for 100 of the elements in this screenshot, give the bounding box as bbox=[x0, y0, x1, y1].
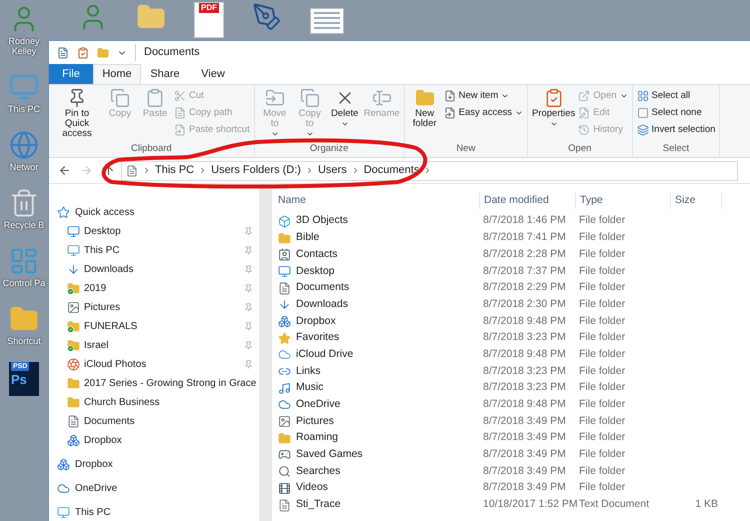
desktop-icon-label: Recycle B bbox=[4, 220, 44, 230]
pen-document-icon[interactable] bbox=[252, 2, 282, 32]
ribbon-tab[interactable]: Home bbox=[93, 64, 141, 84]
size-cell-text: 1 KB bbox=[694, 497, 718, 512]
navigation-item[interactable]: Dropbox bbox=[67, 433, 122, 448]
spreadsheet-icon[interactable] bbox=[310, 8, 344, 34]
file-name[interactable]: Sti_Trace bbox=[296, 497, 341, 513]
file-name[interactable]: Desktop bbox=[296, 264, 335, 280]
file-name[interactable]: Downloads bbox=[296, 296, 348, 313]
monitor-icon bbox=[278, 264, 291, 278]
navigation-item[interactable]: 2017 Series - Growing Strong in Grace bbox=[67, 376, 256, 391]
file-name[interactable]: 3D Objects bbox=[296, 213, 348, 230]
ribbon-button[interactable]: Easy access bbox=[442, 105, 524, 121]
arrow-right-icon bbox=[80, 164, 92, 177]
contacts-icon bbox=[278, 248, 291, 262]
column-header[interactable]: Size bbox=[670, 193, 722, 209]
type-cell: File folder bbox=[579, 298, 626, 310]
layers-icon bbox=[636, 124, 649, 136]
file-name[interactable]: Contacts bbox=[296, 246, 338, 263]
type-cell: File folder bbox=[579, 314, 626, 327]
address-bar[interactable]: This PC Users Folders (D:) Users Documents bbox=[121, 160, 738, 180]
pdf-file-icon[interactable]: PDF bbox=[194, 2, 224, 38]
network-icon[interactable] bbox=[9, 130, 39, 160]
ribbon-button[interactable]: New folder bbox=[408, 88, 442, 129]
type-cell: File folder bbox=[579, 248, 626, 260]
navigation-item[interactable]: This PC bbox=[67, 243, 120, 258]
navigation-item[interactable]: Quick access bbox=[57, 203, 259, 222]
navigation-item[interactable]: Documents bbox=[67, 414, 135, 429]
file-name[interactable]: Music bbox=[296, 380, 324, 396]
file-name[interactable]: Pictures bbox=[296, 414, 334, 430]
ribbon-button[interactable]: Select all bbox=[636, 88, 716, 104]
date-cell: 8/7/2018 3:49 PM bbox=[483, 414, 566, 427]
ribbon-button[interactable]: Pin to Quick access bbox=[52, 88, 102, 139]
folder-icon bbox=[67, 377, 80, 390]
navigation-item[interactable]: FUNERALS bbox=[67, 319, 138, 334]
navigation-item[interactable]: This PC bbox=[57, 503, 259, 521]
control-panel-icon[interactable] bbox=[9, 246, 39, 276]
navigation-item[interactable]: 2019 bbox=[67, 281, 106, 296]
ribbon-button[interactable]: Properties bbox=[530, 88, 576, 128]
navigation-item[interactable]: Church Business bbox=[67, 395, 160, 410]
recycle-bin-icon[interactable] bbox=[9, 188, 39, 218]
file-name[interactable]: Documents bbox=[296, 280, 350, 296]
checklist-icon[interactable] bbox=[77, 46, 89, 58]
file-name[interactable]: iCloud Drive bbox=[296, 346, 354, 363]
ribbon-tab[interactable]: Share bbox=[141, 64, 189, 84]
folder-icon bbox=[67, 396, 80, 409]
star-icon bbox=[57, 206, 70, 219]
date-cell: 8/7/2018 3:49 PM bbox=[483, 464, 566, 477]
folder-icon[interactable] bbox=[97, 46, 109, 58]
date-cell: 8/7/2018 2:28 PM bbox=[483, 248, 566, 260]
file-name[interactable]: Searches bbox=[296, 464, 340, 480]
ribbon-tab[interactable]: View bbox=[189, 64, 237, 84]
navigation-item[interactable]: OneDrive bbox=[57, 479, 259, 498]
navigation-item[interactable]: Downloads bbox=[67, 262, 134, 277]
breadcrumb-item[interactable]: Documents bbox=[364, 162, 420, 179]
edit-icon bbox=[578, 107, 590, 119]
column-header[interactable]: Type bbox=[575, 193, 670, 209]
file-name[interactable]: Bible bbox=[296, 230, 320, 246]
document-icon bbox=[67, 415, 80, 428]
file-name[interactable]: Links bbox=[296, 364, 321, 380]
date-cell: 10/18/2017 1:52 PM bbox=[483, 498, 578, 510]
cloud-icon bbox=[278, 398, 291, 412]
date-cell: 8/7/2018 3:23 PM bbox=[483, 381, 566, 394]
ribbon-button[interactable]: Delete bbox=[328, 88, 362, 128]
download-icon bbox=[278, 298, 291, 312]
star-icon bbox=[278, 332, 291, 345]
type-cell: File folder bbox=[579, 464, 626, 477]
type-cell: File folder bbox=[579, 281, 626, 294]
cloud-icon bbox=[57, 482, 70, 495]
cube-icon bbox=[278, 214, 291, 228]
music-icon bbox=[278, 382, 291, 395]
file-name[interactable]: Roaming bbox=[296, 430, 338, 446]
ribbon-button[interactable]: New item bbox=[442, 88, 524, 104]
column-header[interactable]: Name bbox=[274, 193, 479, 209]
file-name[interactable]: Saved Games bbox=[296, 447, 363, 463]
navigation-item[interactable]: iCloud Photos bbox=[67, 357, 146, 372]
scissors-icon bbox=[174, 90, 186, 102]
ribbon-tab[interactable]: File bbox=[49, 64, 93, 84]
navigation-item[interactable]: Desktop bbox=[67, 224, 121, 239]
file-name[interactable]: Favorites bbox=[296, 330, 340, 346]
type-cell: File folder bbox=[579, 481, 626, 494]
breadcrumb-item[interactable]: This PC bbox=[155, 162, 194, 179]
copy-icon bbox=[300, 88, 320, 108]
ribbon-button[interactable]: Invert selection bbox=[636, 122, 716, 138]
ribbon-button[interactable]: Select none bbox=[636, 105, 716, 121]
column-header[interactable]: Date modified bbox=[479, 193, 575, 209]
navigation-item[interactable]: Dropbox bbox=[57, 455, 259, 474]
computer-icon[interactable] bbox=[9, 72, 39, 102]
navigation-item[interactable]: Israel bbox=[67, 338, 108, 353]
window-title: Documents bbox=[135, 44, 200, 61]
breadcrumb-item[interactable]: Users bbox=[318, 162, 347, 179]
file-name[interactable]: Videos bbox=[296, 480, 328, 496]
breadcrumb-item[interactable]: Users Folders (D:) bbox=[211, 162, 301, 179]
date-cell: 8/7/2018 3:49 PM bbox=[483, 481, 566, 494]
desktop-icon-label: This PC bbox=[8, 104, 40, 114]
navigation-item[interactable]: Pictures bbox=[67, 300, 120, 315]
ribbon-group-label: Open bbox=[567, 143, 592, 156]
file-name[interactable]: OneDrive bbox=[296, 397, 340, 413]
synced-folder-icon bbox=[67, 282, 80, 295]
file-name[interactable]: Dropbox bbox=[296, 314, 336, 330]
